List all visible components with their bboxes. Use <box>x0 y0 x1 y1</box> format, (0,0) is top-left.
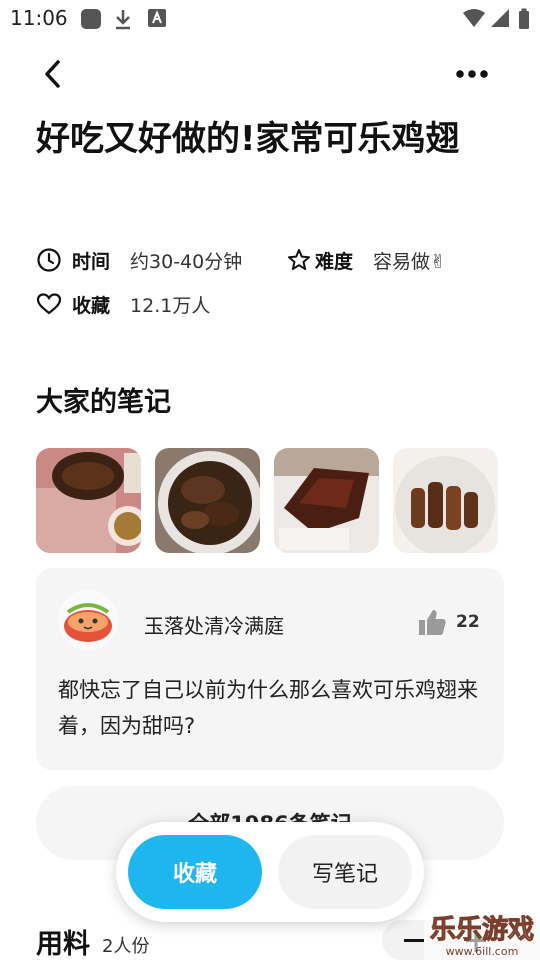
more-options-button[interactable] <box>452 60 492 88</box>
note-thumbnails <box>36 448 498 553</box>
note-like-count: 22 <box>456 612 480 632</box>
svg-text:www.6ill.com: www.6ill.com <box>446 945 519 958</box>
time-row: 时间 约30-40分钟 <box>36 245 242 275</box>
food-photo-image <box>393 448 498 553</box>
food-photo-image <box>155 448 260 553</box>
servings-value: 2人份 <box>102 936 150 957</box>
more-horizontal-icon <box>456 70 488 78</box>
star-icon <box>288 249 310 270</box>
note-thumbnail[interactable] <box>274 448 379 553</box>
accessibility-icon <box>148 9 166 27</box>
note-card[interactable]: 玉落处清冷满庭 22 都快忘了自己以前为什么那么喜欢可乐鸡翅来着，因为甜吗? <box>36 568 504 770</box>
favorites-row: 收藏 12.1万人 <box>36 289 210 319</box>
favorite-button[interactable]: 收藏 <box>128 835 262 909</box>
ingredients-title: 用料 <box>36 929 90 960</box>
heart-icon <box>36 293 62 315</box>
time-value: 约30-40分钟 <box>130 250 243 273</box>
note-thumbnail[interactable] <box>393 448 498 553</box>
difficulty-value: 容易做✌ <box>373 250 446 273</box>
svg-text:乐乐游戏: 乐乐游戏 <box>430 915 534 945</box>
download-icon <box>116 10 130 30</box>
thumbs-up-icon[interactable] <box>416 606 448 638</box>
recipe-title: 好吃又好做的!家常可乐鸡翅 <box>36 119 460 159</box>
site-watermark-logo: 乐乐游戏 www.6ill.com <box>424 908 540 960</box>
status-bar: 11:06 <box>0 0 540 36</box>
favorites-value: 12.1万人 <box>130 294 211 317</box>
note-text: 都快忘了自己以前为什么那么喜欢可乐鸡翅来着，因为甜吗? <box>58 678 478 738</box>
wifi-icon <box>463 9 485 27</box>
note-username[interactable]: 玉落处清冷满庭 <box>144 610 284 639</box>
floating-action-bar: 收藏 写笔记 <box>116 822 424 922</box>
difficulty-row: 难度 容易做✌ <box>287 245 446 275</box>
note-thumbnail[interactable] <box>155 448 260 553</box>
signal-icon <box>491 9 509 27</box>
status-time: 11:06 <box>10 6 68 30</box>
clock-icon <box>37 248 61 272</box>
watermark: 乐乐游戏 www.6ill.com <box>424 908 540 960</box>
user-avatar-image <box>58 590 118 650</box>
chevron-left-icon <box>45 60 60 88</box>
battery-icon <box>519 8 529 29</box>
avatar[interactable] <box>58 590 118 650</box>
favorites-label: 收藏 <box>72 294 111 317</box>
food-photo-image <box>36 448 141 553</box>
notes-section-title: 大家的笔记 <box>36 387 171 418</box>
write-note-button[interactable]: 写笔记 <box>278 835 412 909</box>
note-thumbnail[interactable] <box>36 448 141 553</box>
difficulty-label: 难度 <box>315 250 354 273</box>
time-label: 时间 <box>72 250 111 273</box>
app-notification-icon <box>81 9 101 29</box>
food-photo-image <box>274 448 379 553</box>
back-button[interactable] <box>36 56 72 92</box>
